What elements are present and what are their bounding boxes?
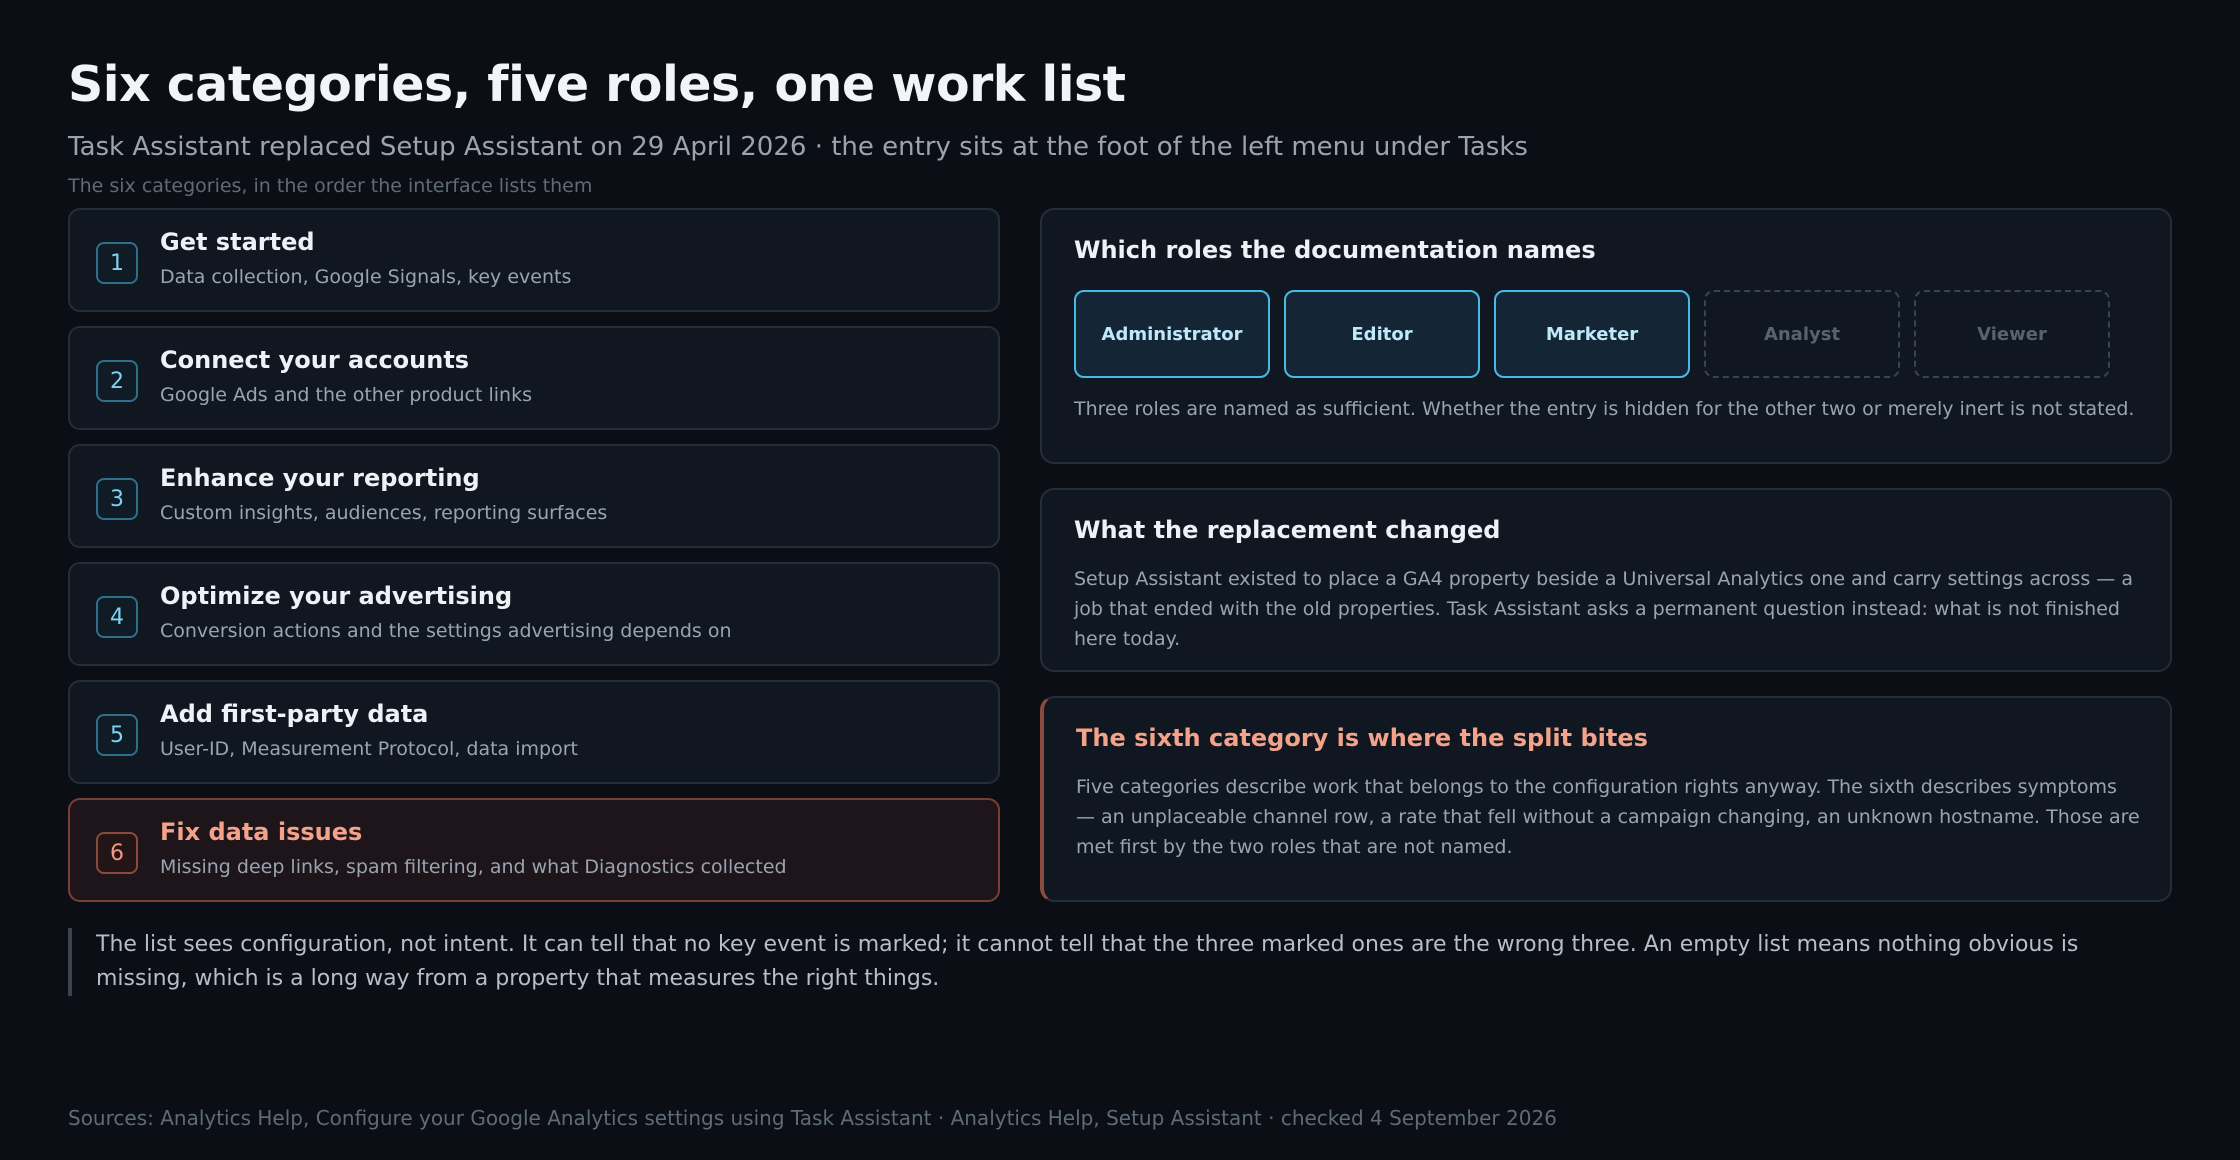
change-panel-body: Setup Assistant existed to place a GA4 p… xyxy=(1074,568,2133,650)
roles-panel-note: Three roles are named as sufficient. Whe… xyxy=(1074,398,2135,420)
role-editor: Editor xyxy=(1284,290,1480,378)
category-description: Custom insights, audiences, reporting su… xyxy=(160,502,608,524)
category-title: Get started xyxy=(160,228,315,256)
category-title: Add first-party data xyxy=(160,700,429,728)
role-marketer: Marketer xyxy=(1494,290,1690,378)
role-viewer: Viewer xyxy=(1914,290,2110,378)
section-label: The six categories, in the order the int… xyxy=(68,175,593,197)
category-number: 4 xyxy=(96,596,138,638)
change-panel-title: What the replacement changed xyxy=(1074,516,1501,544)
roles-row: Administrator Editor Marketer Analyst Vi… xyxy=(1074,290,2124,378)
category-card-first-party-data: 5 Add first-party data User-ID, Measurem… xyxy=(68,680,1000,784)
roles-panel-title: Which roles the documentation names xyxy=(1074,236,1596,264)
page-subtitle: Task Assistant replaced Setup Assistant … xyxy=(68,132,1528,162)
pull-quote: The list sees configuration, not intent.… xyxy=(68,928,2172,996)
change-panel: What the replacement changed Setup Assis… xyxy=(1040,488,2172,672)
category-number: 3 xyxy=(96,478,138,520)
category-card-connect-accounts: 2 Connect your accounts Google Ads and t… xyxy=(68,326,1000,430)
category-title: Connect your accounts xyxy=(160,346,470,374)
sixth-panel-title: The sixth category is where the split bi… xyxy=(1076,724,1648,752)
category-title: Optimize your advertising xyxy=(160,582,513,610)
sixth-panel-body: Five categories describe work that belon… xyxy=(1076,776,2140,858)
category-card-fix-data-issues: 6 Fix data issues Missing deep links, sp… xyxy=(68,798,1000,902)
category-list: 1 Get started Data collection, Google Si… xyxy=(68,208,1000,916)
page: Six categories, five roles, one work lis… xyxy=(68,0,2172,1160)
category-description: User-ID, Measurement Protocol, data impo… xyxy=(160,738,578,760)
sixth-category-panel: The sixth category is where the split bi… xyxy=(1040,696,2172,902)
category-number: 1 xyxy=(96,242,138,284)
category-description: Data collection, Google Signals, key eve… xyxy=(160,266,572,288)
sources-line: Sources: Analytics Help, Configure your … xyxy=(68,1106,1557,1130)
role-administrator: Administrator xyxy=(1074,290,1270,378)
category-card-optimize-advertising: 4 Optimize your advertising Conversion a… xyxy=(68,562,1000,666)
category-number: 5 xyxy=(96,714,138,756)
roles-panel: Which roles the documentation names Admi… xyxy=(1040,208,2172,464)
category-card-enhance-reporting: 3 Enhance your reporting Custom insights… xyxy=(68,444,1000,548)
category-card-get-started: 1 Get started Data collection, Google Si… xyxy=(68,208,1000,312)
category-title: Enhance your reporting xyxy=(160,464,480,492)
category-description: Google Ads and the other product links xyxy=(160,384,532,406)
category-description: Missing deep links, spam filtering, and … xyxy=(160,856,787,878)
role-analyst: Analyst xyxy=(1704,290,1900,378)
page-title: Six categories, five roles, one work lis… xyxy=(68,56,1126,113)
category-title: Fix data issues xyxy=(160,818,363,846)
category-number: 6 xyxy=(96,832,138,874)
category-number: 2 xyxy=(96,360,138,402)
category-description: Conversion actions and the settings adve… xyxy=(160,620,732,642)
